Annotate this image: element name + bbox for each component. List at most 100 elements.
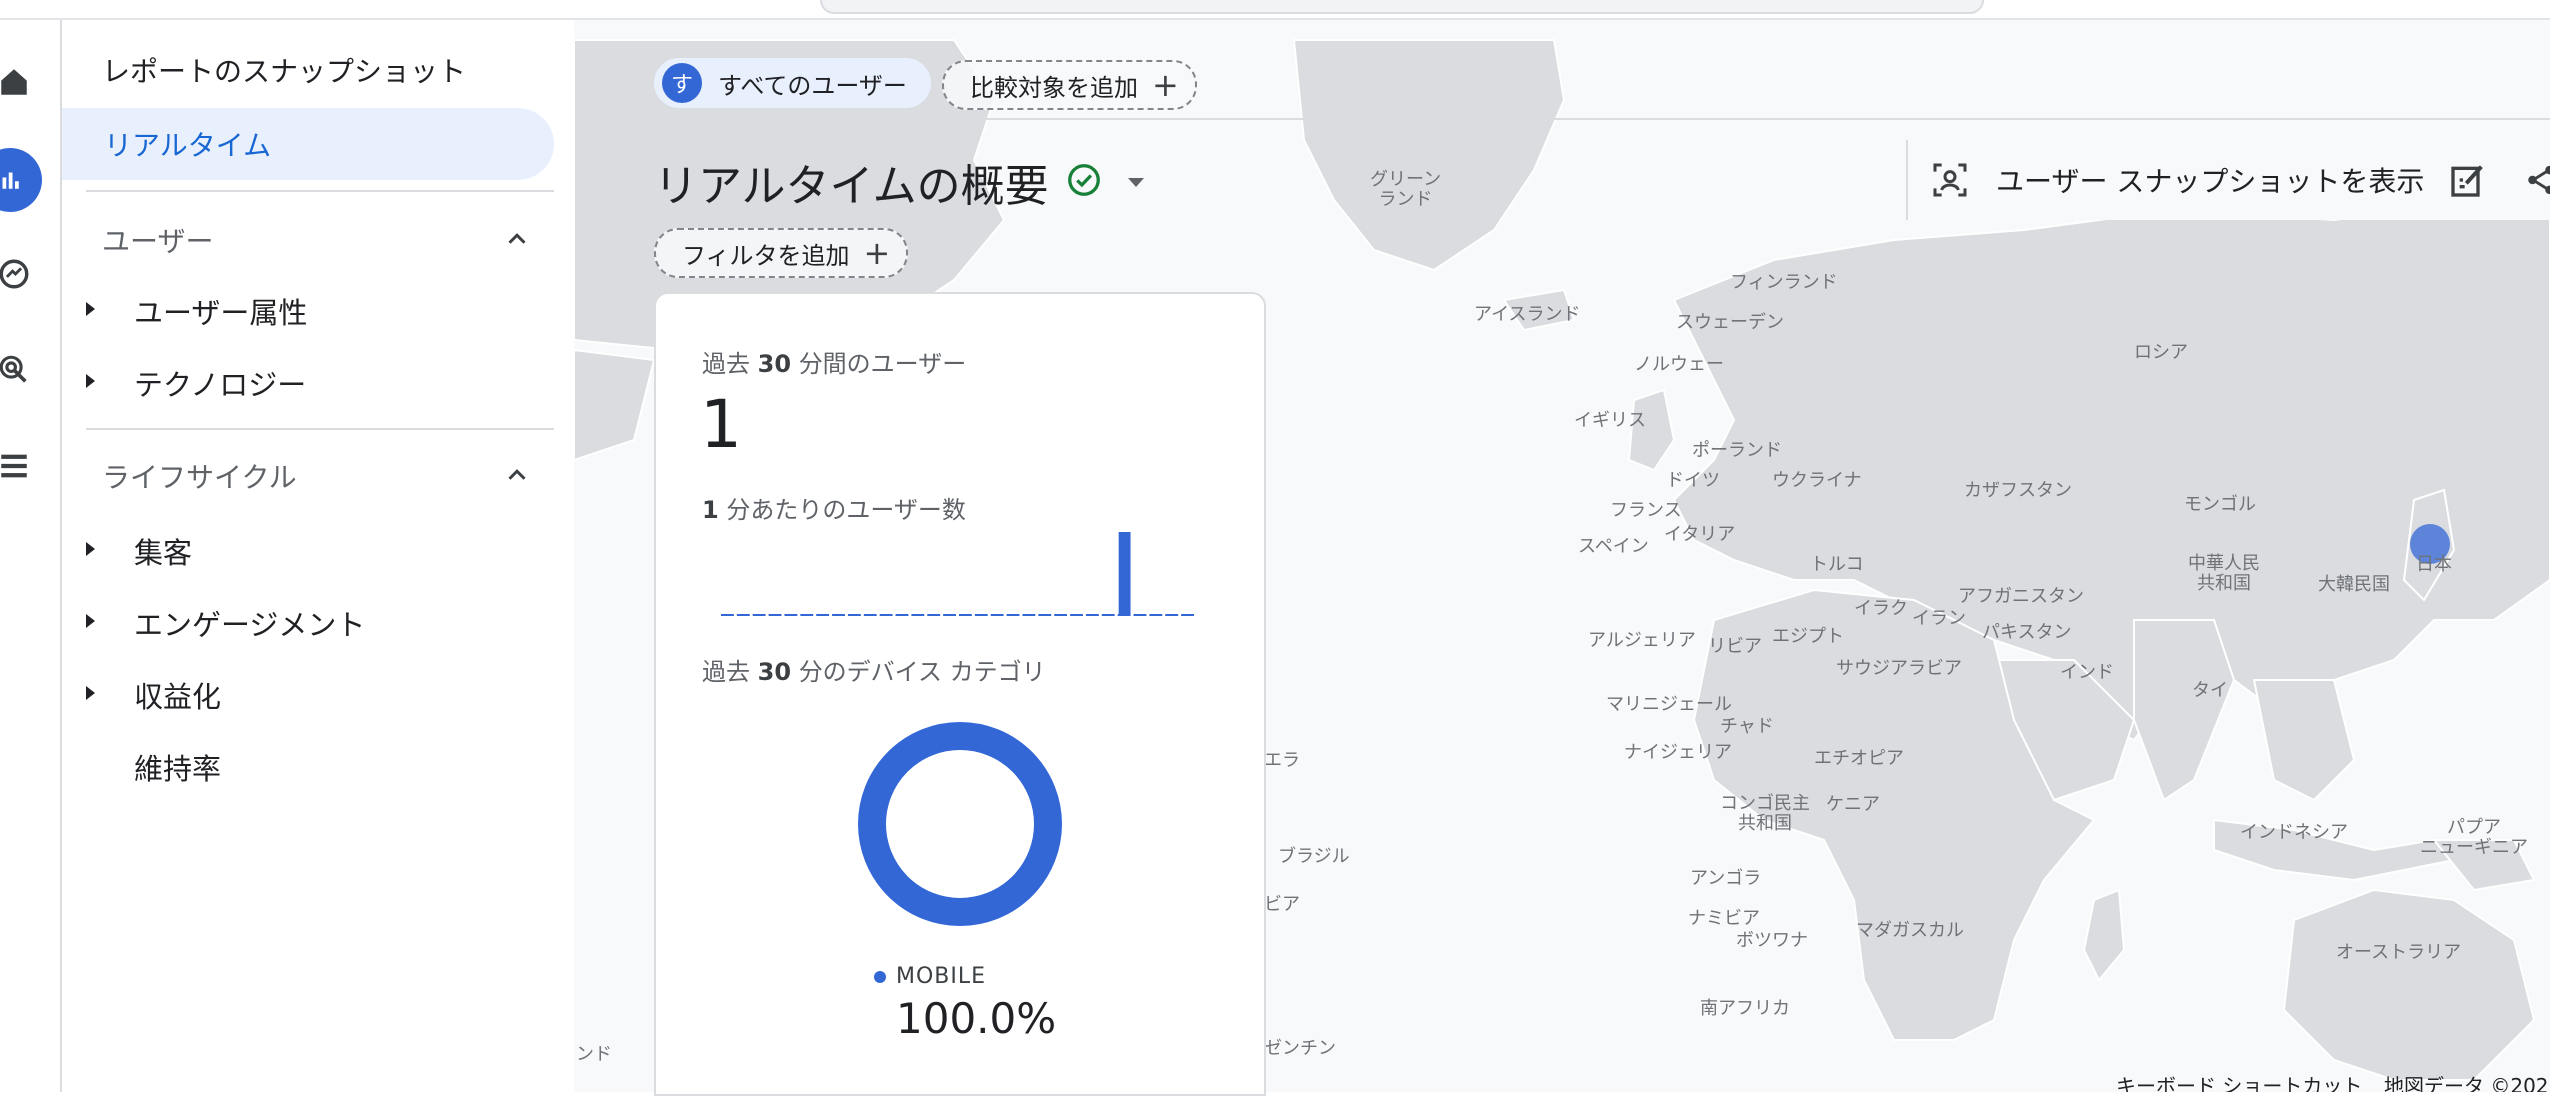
dropdown-caret-icon[interactable]	[1128, 178, 1144, 187]
nav-subitem-tech[interactable]: テクノロジー	[134, 362, 306, 404]
chevron-up-icon[interactable]	[502, 460, 532, 490]
bar[interactable]	[1118, 532, 1131, 616]
share-icon[interactable]	[2524, 162, 2550, 198]
bar-baseline	[1038, 614, 1052, 616]
bar-baseline	[816, 614, 830, 616]
donut-slice[interactable]	[858, 722, 1062, 926]
expand-arrow-icon[interactable]	[86, 302, 95, 316]
chevron-up-icon[interactable]	[502, 224, 532, 254]
nav-subitem-demographics[interactable]: ユーザー属性	[134, 290, 307, 332]
map-label-saudi: サウジアラビア	[1836, 658, 1962, 679]
realtime-summary-card: 過去 30 分間のユーザー 1 1 分あたりのユーザー数 過去 30 分のデバイ…	[654, 292, 1266, 1096]
map-label-germany: ドイツ	[1666, 470, 1720, 491]
nav-item-realtime[interactable]: リアルタイム	[62, 108, 554, 180]
check-circle-icon[interactable]	[1066, 162, 1102, 198]
nav-section-lifecycle[interactable]: ライフサイクル	[102, 456, 297, 496]
expand-arrow-icon[interactable]	[86, 686, 95, 700]
map-label-libya: リビア	[1708, 636, 1762, 657]
bar-baseline	[784, 614, 798, 616]
map-label-russia: ロシア	[2134, 342, 2188, 363]
map-label-japan: 日本	[2416, 554, 2452, 575]
segment-chip[interactable]: す すべてのユーザー	[654, 58, 931, 108]
expand-arrow-icon[interactable]	[86, 542, 95, 556]
map-label-pakistan: パキスタン	[1982, 622, 2072, 643]
nav-subitem-retention[interactable]: 維持率	[134, 746, 221, 788]
legend-value: 100.0%	[896, 994, 1057, 1043]
users-per-minute-chart[interactable]	[656, 514, 1260, 624]
map-label-ecuador: エラ	[1264, 750, 1300, 771]
bar-baseline	[974, 614, 988, 616]
segment-badge: す	[662, 63, 702, 103]
bar-baseline	[927, 614, 941, 616]
map-label-brazil: ブラジル	[1278, 846, 1350, 867]
search-bar[interactable]	[820, 0, 1984, 14]
bar-baseline	[1070, 614, 1083, 616]
plus-icon: +	[1152, 66, 1179, 104]
bar-baseline	[768, 614, 782, 616]
bar-baseline	[895, 614, 909, 616]
map-label-egypt: エジプト	[1772, 626, 1844, 647]
map-label-ukraine: ウクライナ	[1772, 470, 1862, 491]
page-title: リアルタイムの概要	[654, 161, 1049, 212]
nav-subitem-acquisition[interactable]: 集客	[134, 530, 192, 572]
home-icon[interactable]	[0, 60, 36, 104]
device-category-donut[interactable]	[858, 722, 1062, 926]
map-label-thailand: タイ	[2192, 680, 2228, 701]
bar-baseline	[863, 614, 877, 616]
bar-baseline	[736, 614, 750, 616]
reports-icon[interactable]	[0, 148, 42, 212]
user-snapshot-button[interactable]: ユーザー スナップショットを表示	[1996, 160, 2424, 200]
add-comparison-label: 比較対象を追加	[970, 73, 1138, 102]
map-label-png: パプア ニューギニア	[2420, 817, 2528, 858]
expand-arrow-icon[interactable]	[86, 614, 95, 628]
segment-chip-label: すべてのユーザー	[718, 71, 907, 100]
customize-report-icon[interactable]	[2448, 160, 2488, 200]
bar-baseline	[943, 614, 956, 616]
map-label-spain: スペイン	[1578, 536, 1649, 557]
add-comparison-button[interactable]: 比較対象を追加 +	[942, 60, 1197, 110]
bar-baseline	[721, 614, 734, 616]
user-snapshot-icon[interactable]	[1930, 160, 1970, 200]
configure-icon[interactable]	[0, 444, 36, 488]
map-label-poland: ポーランド	[1692, 440, 1782, 461]
icon-rail	[0, 20, 62, 1092]
map-label-mali: マリ	[1606, 694, 1642, 715]
bar-baseline	[1022, 614, 1036, 616]
nav-subitem-monetization[interactable]: 収益化	[134, 674, 221, 716]
bar-baseline	[832, 614, 845, 616]
map-label-peru: ビア	[1264, 894, 1300, 915]
nav-item-snapshot[interactable]: レポートのスナップショット	[102, 50, 466, 90]
device-category-label: 過去 30 分のデバイス カテゴリ	[702, 658, 1046, 686]
map-footer-shortcuts[interactable]: キーボード ショートカット	[2116, 1070, 2362, 1092]
map-label-argentina: ゼンチン	[1264, 1038, 1336, 1059]
map-label-india: インド	[2060, 662, 2114, 683]
bar-baseline	[1133, 614, 1147, 616]
nav-subitem-engagement[interactable]: エンゲージメント	[134, 602, 365, 644]
expand-arrow-icon[interactable]	[86, 374, 95, 388]
map-label-botswana: ボツワナ	[1736, 930, 1808, 951]
add-filter-button[interactable]: フィルタを追加 +	[654, 228, 909, 278]
map-label-indonesia: インドネシア	[2240, 822, 2348, 843]
bar-baseline	[1085, 614, 1099, 616]
bar-baseline	[1006, 614, 1020, 616]
map-label-kenya: ケニア	[1826, 794, 1880, 815]
map-label-iran: イラン	[1912, 608, 1966, 629]
bar-baseline	[879, 614, 893, 616]
advertising-icon[interactable]	[0, 348, 36, 392]
explore-icon[interactable]	[0, 252, 36, 296]
browser-top-bar	[0, 0, 2550, 20]
bar-baseline	[800, 614, 814, 616]
map-label-ethiopia: エチオピア	[1814, 748, 1904, 769]
bar-baseline	[752, 614, 766, 616]
map-label-nigeria: ナイジェリア	[1624, 742, 1732, 763]
bar-baseline	[1101, 614, 1115, 616]
users-30min-label: 過去 30 分間のユーザー	[702, 350, 967, 378]
legend-swatch	[874, 970, 886, 983]
bar-baseline	[1181, 614, 1194, 616]
legend-label: MOBILE	[896, 964, 987, 989]
nav-divider	[86, 190, 554, 192]
map-label-greenland: グリーン ランド	[1370, 169, 1442, 210]
user-snapshot-bar: ユーザー スナップショットを表示	[1906, 140, 2550, 220]
plus-icon: +	[863, 234, 891, 272]
nav-section-users[interactable]: ユーザー	[102, 220, 213, 260]
